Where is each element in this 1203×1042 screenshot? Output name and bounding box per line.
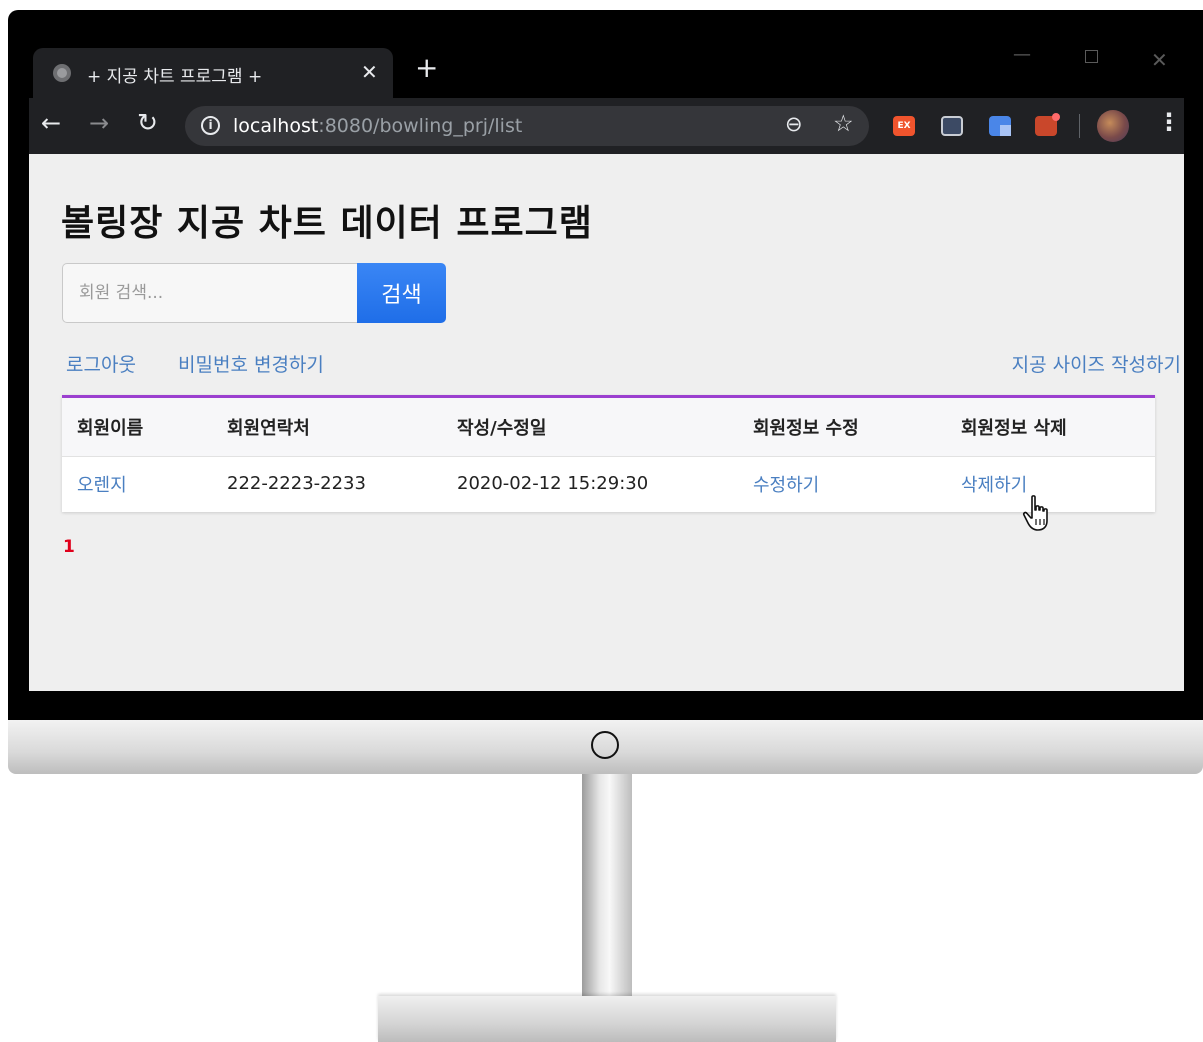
- change-password-link[interactable]: 비밀번호 변경하기: [178, 350, 324, 377]
- menu-kebab-icon[interactable]: ⋮: [1157, 110, 1181, 134]
- toolbar-divider: [1079, 114, 1080, 138]
- minimize-icon[interactable]: —: [1013, 44, 1031, 65]
- window-close-icon[interactable]: ✕: [1151, 48, 1168, 72]
- profile-avatar[interactable]: [1097, 110, 1129, 142]
- table-row: 오렌지 222-2223-2233 2020-02-12 15:29:30 수정…: [62, 457, 1155, 511]
- write-size-link[interactable]: 지공 사이즈 작성하기: [1012, 350, 1181, 377]
- monitor-stand-base: [378, 996, 836, 1042]
- search-button[interactable]: 검색: [357, 263, 446, 323]
- translate-extension-icon[interactable]: [989, 116, 1011, 136]
- forward-arrow-icon[interactable]: →: [89, 111, 109, 135]
- logout-link[interactable]: 로그아웃: [66, 350, 136, 377]
- member-date: 2020-02-12 15:29:30: [457, 473, 649, 494]
- globe-icon: [53, 64, 71, 82]
- pagination-current-page[interactable]: 1: [63, 537, 75, 557]
- url-path: :8080/bowling_prj/list: [318, 115, 523, 137]
- bookmark-star-icon[interactable]: ☆: [833, 111, 854, 137]
- maximize-icon[interactable]: [1085, 50, 1098, 63]
- edit-member-link[interactable]: 수정하기: [753, 475, 819, 496]
- extension-ex-icon[interactable]: EX: [893, 116, 915, 136]
- reload-icon[interactable]: ↻: [137, 110, 158, 135]
- new-tab-icon[interactable]: +: [415, 54, 438, 82]
- header-delete: 회원정보 삭제: [961, 398, 1155, 457]
- hand-cursor-icon: [1022, 495, 1048, 531]
- header-phone: 회원연락처: [227, 398, 457, 457]
- url-host: localhost: [233, 115, 319, 137]
- extension-window-icon[interactable]: [941, 116, 963, 136]
- tab-close-icon[interactable]: ✕: [361, 60, 378, 84]
- header-name: 회원이름: [62, 398, 227, 457]
- address-bar[interactable]: i localhost:8080/bowling_prj/list ⊖ ☆: [185, 106, 869, 146]
- browser-toolbar: ← → ↻ i localhost:8080/bowling_prj/list …: [29, 98, 1184, 154]
- header-date: 작성/수정일: [457, 398, 753, 457]
- page-content: 볼링장 지공 차트 데이터 프로그램 검색 로그아웃 비밀번호 변경하기 지공 …: [29, 154, 1184, 691]
- back-arrow-icon[interactable]: ←: [41, 111, 61, 135]
- monitor-stand-neck: [582, 774, 632, 998]
- delete-member-link[interactable]: 삭제하기: [961, 475, 1027, 496]
- member-search-input[interactable]: [62, 263, 358, 323]
- extension-red-icon[interactable]: [1035, 113, 1060, 136]
- member-phone: 222-2223-2233: [227, 473, 366, 494]
- url-text[interactable]: localhost:8080/bowling_prj/list: [233, 115, 522, 137]
- header-edit: 회원정보 수정: [753, 398, 961, 457]
- member-table: 회원이름 회원연락처 작성/수정일 회원정보 수정 회원정보 삭제 오렌지 22…: [62, 395, 1155, 512]
- tab-title: + 지공 차트 프로그램 +: [87, 67, 263, 87]
- table-header-row: 회원이름 회원연락처 작성/수정일 회원정보 수정 회원정보 삭제: [62, 398, 1155, 457]
- browser-window: + 지공 차트 프로그램 + ✕ + — ✕ ← → ↻ i localhost…: [29, 40, 1184, 691]
- info-icon[interactable]: i: [201, 116, 220, 135]
- tab-bar: + 지공 차트 프로그램 + ✕ + — ✕: [29, 40, 1184, 98]
- member-name-link[interactable]: 오렌지: [77, 475, 127, 496]
- zoom-out-icon[interactable]: ⊖: [785, 112, 803, 136]
- browser-tab[interactable]: + 지공 차트 프로그램 + ✕: [33, 48, 393, 98]
- power-button-icon: [591, 731, 619, 759]
- page-title: 볼링장 지공 차트 데이터 프로그램: [61, 203, 593, 244]
